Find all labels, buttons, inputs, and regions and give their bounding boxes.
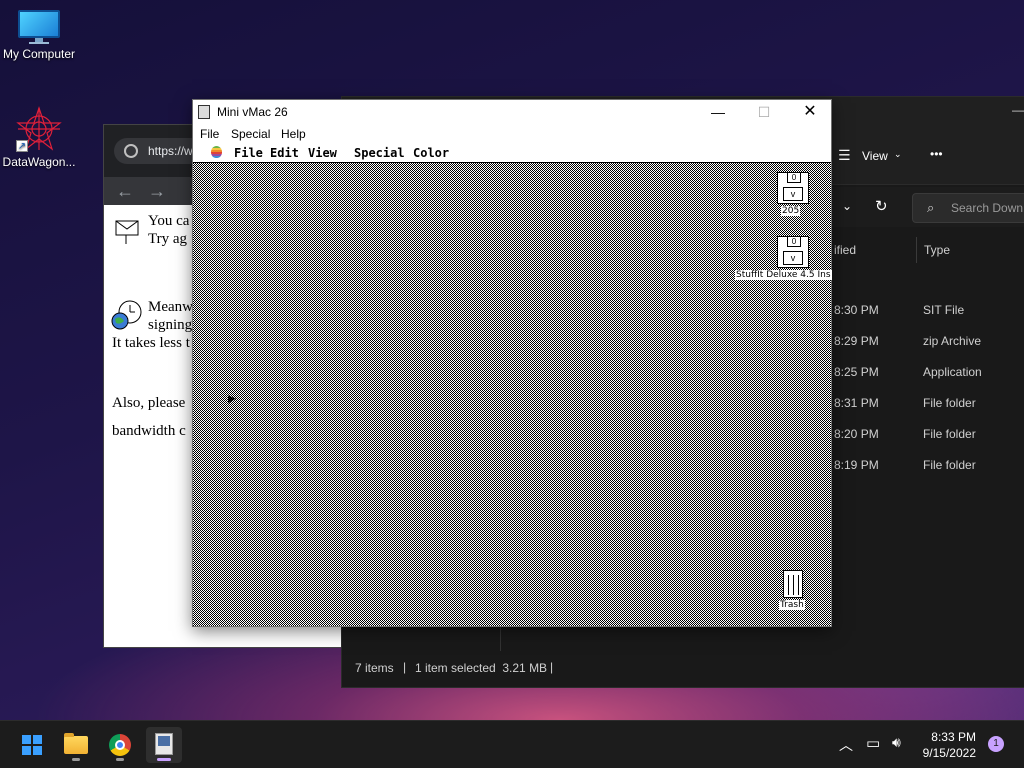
status-item-count: 7 items — [355, 661, 394, 675]
minimize-icon[interactable]: — — [695, 100, 741, 124]
disk-shutter: 0 — [787, 237, 801, 247]
apple-menu-icon[interactable] — [211, 146, 222, 158]
search-icon: ⌕ — [927, 200, 935, 215]
chevron-down-icon: ⌄ — [894, 149, 902, 159]
desktop-icon-my-computer[interactable]: My Computer — [0, 10, 81, 61]
maximize-icon[interactable]: ☐ — [741, 100, 787, 124]
globe-icon — [124, 144, 138, 158]
disk-label: v — [783, 251, 803, 265]
column-header-modified[interactable]: ified — [834, 243, 856, 257]
view-menu-icon: ☰ — [838, 147, 851, 163]
address-bar-url: https://w — [148, 144, 193, 158]
minivmac-icon — [155, 733, 173, 755]
taskbar: ︿ ▭ 🔊︎ 8:33 PM 9/15/2022 — [0, 720, 1024, 768]
file-type: File folder — [923, 427, 976, 441]
mac-menu-edit[interactable]: Edit — [270, 146, 299, 160]
window-title: Mini vMac 26 — [217, 105, 288, 119]
windows-logo-icon — [22, 735, 42, 755]
volume-icon[interactable]: 🔊︎ — [892, 734, 901, 751]
browser-text-line: bandwidth c — [112, 423, 186, 439]
file-type: Application — [923, 365, 982, 379]
network-icon[interactable]: ▭ — [866, 734, 880, 752]
stopwatch-globe-icon — [111, 300, 142, 330]
notification-badge[interactable]: 1 — [988, 736, 1004, 752]
disk-label: v — [783, 187, 803, 201]
file-type: File folder — [923, 396, 976, 410]
minivmac-app-icon — [198, 105, 210, 119]
file-type: SIT File — [923, 303, 965, 317]
minivmac-window[interactable]: Mini vMac 26 — ☐ ✕ File Special Help Fil… — [192, 99, 832, 627]
chrome-icon — [109, 734, 131, 756]
clock-date[interactable]: 9/15/2022 — [916, 746, 976, 760]
browser-text-line: Try ag — [148, 231, 188, 247]
host-menubar: File Special Help — [193, 124, 831, 144]
shortcut-arrow-icon: ↗ — [16, 140, 28, 152]
menu-file[interactable]: File — [200, 127, 219, 141]
menu-special[interactable]: Special — [231, 127, 270, 141]
refresh-icon[interactable]: ↻ — [875, 197, 888, 215]
browser-text-line: signing — [148, 317, 193, 333]
file-modified-time: 8:19 PM — [834, 458, 879, 472]
running-indicator — [116, 758, 124, 761]
browser-text-line: Meanw — [148, 299, 193, 315]
taskbar-chrome[interactable] — [102, 727, 138, 763]
browser-text-line: You ca — [148, 213, 190, 229]
taskbar-file-explorer[interactable] — [58, 727, 94, 763]
mac-menu-view[interactable]: View — [308, 146, 337, 160]
browser-text-line: Also, please — [112, 395, 186, 411]
minivmac-titlebar: Mini vMac 26 — ☐ ✕ — [193, 100, 831, 124]
floppy-disk-icon[interactable]: 0 v — [777, 172, 809, 204]
column-header-type[interactable]: Type — [924, 243, 950, 257]
disk-name-label: StuffIt Deluxe 4.5 Ins — [735, 270, 832, 280]
column-divider — [916, 237, 917, 263]
desktop-icon-datawagon[interactable]: ↗ DataWagon... — [0, 106, 81, 169]
mailbox-icon — [115, 220, 139, 244]
mac-menu-color[interactable]: Color — [413, 146, 449, 160]
more-options-button[interactable]: ••• — [930, 147, 943, 161]
file-type: File folder — [923, 458, 976, 472]
status-selection: 1 item selected 3.21 MB — [415, 661, 548, 675]
folder-icon — [64, 733, 88, 754]
disk-name-label: 205 — [781, 206, 801, 216]
file-type: zip Archive — [923, 334, 982, 348]
file-modified-time: 8:30 PM — [834, 303, 879, 317]
mac-menu-special[interactable]: Special — [354, 146, 405, 160]
desktop-icon-label: DataWagon... — [2, 155, 76, 169]
back-arrow-icon[interactable]: ← — [116, 181, 134, 202]
chevron-up-icon[interactable]: ︿ — [839, 735, 853, 755]
explorer-statusbar: 7 items | 1 item selected 3.21 MB | — [342, 651, 1024, 687]
floppy-disk-icon[interactable]: 0 v — [777, 236, 809, 268]
trash-icon[interactable] — [783, 570, 803, 598]
desktop-icon-label: My Computer — [2, 47, 76, 61]
status-divider: | — [403, 660, 407, 674]
forward-arrow-icon[interactable]: → — [148, 181, 166, 202]
mac-menu-file[interactable]: File — [234, 146, 263, 160]
clock-time[interactable]: 8:33 PM — [922, 730, 976, 744]
mac-menubar: File Edit View Special Color — [193, 144, 831, 163]
taskbar-minivmac[interactable] — [146, 727, 182, 763]
file-modified-time: 8:20 PM — [834, 427, 879, 441]
file-modified-time: 8:29 PM — [834, 334, 879, 348]
view-button[interactable]: View — [862, 149, 888, 163]
start-button[interactable] — [14, 727, 50, 763]
trash-label: Trash — [779, 600, 805, 610]
monitor-icon — [18, 10, 60, 44]
menu-help[interactable]: Help — [281, 127, 306, 141]
close-icon[interactable]: ✕ — [787, 100, 833, 124]
chevron-down-icon[interactable]: ⌄ — [842, 199, 852, 213]
file-modified-time: 8:31 PM — [834, 396, 879, 410]
datawagon-star-icon: ↗ — [16, 106, 62, 152]
browser-text-line: It takes less t — [112, 335, 190, 351]
minimize-icon[interactable]: — — [1012, 103, 1024, 117]
emulated-mac-screen[interactable]: File Edit View Special Color 0 v 205 0 v… — [193, 144, 832, 626]
active-indicator — [157, 758, 171, 761]
file-modified-time: 8:25 PM — [834, 365, 879, 379]
disk-shutter: 0 — [787, 173, 801, 183]
running-indicator — [72, 758, 80, 761]
status-divider: | — [550, 660, 554, 674]
